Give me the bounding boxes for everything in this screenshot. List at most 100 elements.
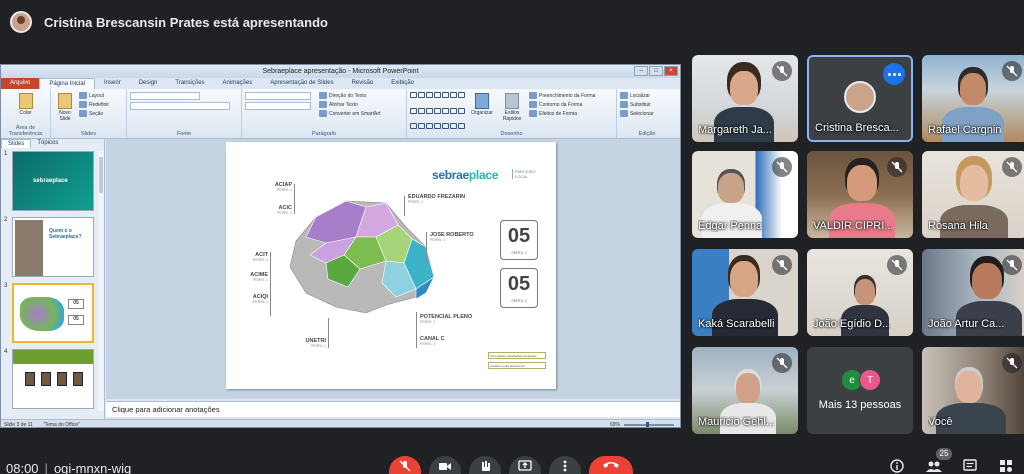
reset-icon [79,101,87,108]
shape-effects-icon [529,110,537,117]
layout-icon [79,92,87,99]
clock-time: 08:00 [6,461,39,474]
chat-icon [963,459,977,471]
mic-off-icon [772,157,792,177]
slide-legend: Informações detalhadas completas [488,352,546,359]
participant-tile[interactable]: VALDIR CIPRI... [807,151,913,238]
font-name-box [130,92,200,100]
text-direction-icon [319,92,327,99]
paste-label: Colar [19,110,32,116]
section-icon [79,110,87,117]
city-label: ACIAP PERFIL 1 [274,182,292,192]
city-label: JOSE ROBERTO PERFIL 1 [430,232,474,242]
end-call-icon [603,462,619,468]
city-label: POTENCIAL PLENO PERFIL 1 [420,314,473,324]
more-options-icon[interactable] [883,63,905,85]
ppt-status-bar: Slide 3 de 11 "Tema do Office" 69% [1,419,680,428]
participant-tile[interactable]: Kaká Scarabelli [692,249,798,336]
pane-tab-slides: Slides [1,139,32,148]
participant-tile[interactable]: Mauricio Gehl... [692,347,798,434]
perfil-2-value: 05 [507,273,531,295]
thumb-text: 05 [68,315,84,325]
mic-toggle-button[interactable] [389,456,421,474]
align-text-icon [319,101,327,108]
meeting-details-button[interactable] [889,459,905,474]
presenter-avatar [10,11,32,33]
mic-off-icon [772,61,792,81]
ppt-tab-design: Design [138,80,158,86]
zoom-level: 69% [609,421,620,428]
info-icon [890,459,904,473]
present-screen-button[interactable] [509,456,541,474]
self-tile[interactable]: Você [922,347,1024,434]
ribbon-group-paragraph: Direção do Texto Alinhar Texto Converter… [242,89,407,138]
slide-thumbnail-selected: 05 05 [12,283,94,343]
participant-tile[interactable]: João Artur Ca... [922,249,1024,336]
shape-fill-icon [529,92,537,99]
pane-tab-outline: Tópicos [37,140,59,146]
activities-button[interactable] [998,459,1014,474]
perfil-1-value: 05 [507,225,531,247]
participant-name: Edgar Penna [698,220,763,232]
participant-tile[interactable]: Rosana Hila [922,151,1024,238]
paragraph-group-label: Parágrafo [311,131,337,137]
shape-outline-label: Contorno da Forma [539,101,583,108]
perfil-2-box: 05 PERFIL 2 [500,268,538,308]
activities-icon [1000,460,1012,472]
city-label: ACIC PERFIL 1 [276,205,292,215]
text-direction-label: Direção do Texto [329,92,367,99]
participant-name: VALDIR CIPRI... [813,220,894,232]
more-options-button[interactable] [549,456,581,474]
people-button[interactable] [926,459,942,474]
meeting-info: 08:00 | ogi-mnxn-wiq [6,461,132,474]
raise-hand-button[interactable] [469,456,501,474]
participant-tile[interactable]: Rafael Cargnin [922,55,1024,142]
presenter-label: Cristina Brescansin Prates está apresent… [44,14,328,30]
paste-icon [18,93,33,109]
chat-button[interactable] [962,459,978,474]
presenter-bar: Cristina Brescansin Prates está apresent… [0,6,1024,38]
slide-thumbnail-row: 4 [4,349,96,411]
minimize-icon: – [634,66,648,76]
mic-off-icon [1002,61,1022,81]
editing-group-label: Edição [638,131,656,137]
ppt-tab-home: Página Inicial [39,78,96,89]
participant-name: Você [928,416,953,428]
thumb-number: 2 [4,217,8,223]
slide-thumbnail-row: 1 sebraeplace [4,151,96,213]
thumb-number: 4 [4,349,8,355]
list-format-row [245,92,311,100]
mic-off-icon [887,157,907,177]
mic-off-icon [1002,255,1022,275]
participant-tile[interactable]: Margareth Ja... [692,55,798,142]
align-format-row [245,102,311,110]
shape-fill-label: Preenchimento da Forma [539,92,596,99]
slides-group-label: Slides [81,131,96,137]
participant-name: Mauricio Gehl... [698,416,776,428]
ribbon-group-editing: Localizar Substituir Selecionar Edição [617,89,677,138]
others-count-label: Mais 13 pessoas [818,399,902,411]
smartart-label: Converter em SmartArt [329,110,381,117]
slide-thumbnail: sebraeplace [12,151,94,211]
bottom-toolbar: 08:00 | ogi-mnxn-wiq [0,456,1024,474]
leave-call-button[interactable] [589,456,633,474]
arrange-label: Organizar [471,110,493,116]
select-label: Selecionar [630,110,654,117]
quick-styles-label: Estilos Rápidos [502,110,522,122]
ribbon-group-slides: Novo Slide Layout Redefinir Seção Slides [51,89,127,138]
avatar: T [859,369,881,391]
mic-off-icon [772,255,792,275]
slide-thumbnail [12,349,94,409]
ppt-tab-view: Exibição [391,80,414,86]
shape-effects-label: Efeitos de Forma [539,110,578,117]
notes-pane: Clique para adicionar anotações [106,401,680,417]
participant-tile[interactable]: Edgar Penna [692,151,798,238]
city-label: ACIME PERFIL 1 [250,272,268,282]
participant-tile-active[interactable]: Cristina Bresca... [807,55,913,142]
participant-tile[interactable]: João Egídio D... [807,249,913,336]
others-tile[interactable]: e T Mais 13 pessoas [807,347,913,434]
font-group-label: Fonte [176,131,192,137]
mic-off-icon [1002,157,1022,177]
city-label: UNETRI PERFIL 1 [305,338,326,348]
camera-toggle-button[interactable] [429,456,461,474]
